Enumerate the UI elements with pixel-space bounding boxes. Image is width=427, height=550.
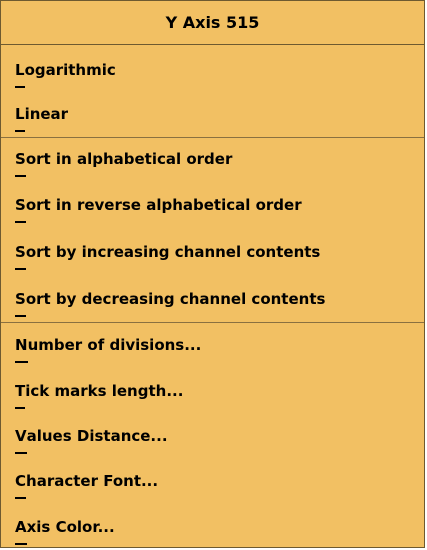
menu-item-sort-alphabetical[interactable]: Sort in alphabetical order <box>1 142 424 177</box>
mnemonic-s: S <box>15 192 26 226</box>
menu-item-number-of-divisions[interactable]: Number of divisions... <box>1 328 424 363</box>
menu-item-values-distance[interactable]: Values Distance... <box>1 419 424 454</box>
menu-item-logarithmic[interactable]: Logarithmic <box>1 53 424 88</box>
menu-separator <box>1 322 424 323</box>
menu-item-label-rest: umber of divisions... <box>27 336 202 354</box>
menu-title: Y Axis 515 <box>1 1 424 45</box>
mnemonic-l: L <box>15 57 25 91</box>
mnemonic-n: N <box>15 332 28 366</box>
menu-item-linear[interactable]: Linear <box>1 97 424 132</box>
menu-separator <box>1 137 424 138</box>
menu-item-axis-color[interactable]: Axis Color... <box>1 510 424 545</box>
menu-item-label-rest: ick marks length... <box>25 382 184 400</box>
mnemonic-a: A <box>15 514 27 548</box>
menu-item-tick-marks-length[interactable]: Tick marks length... <box>1 374 424 409</box>
menu-item-label-rest: inear <box>24 105 69 123</box>
mnemonic-s: S <box>15 146 26 180</box>
menu-item-sort-decreasing-contents[interactable]: Sort by decreasing channel contents <box>1 282 424 317</box>
menu-item-sort-reverse-alphabetical[interactable]: Sort in reverse alphabetical order <box>1 188 424 223</box>
menu-item-label-rest: ort in reverse alphabetical order <box>25 196 302 214</box>
menu-item-label-rest: ort by decreasing channel contents <box>25 290 326 308</box>
mnemonic-v: V <box>15 423 27 457</box>
mnemonic-c: C <box>15 468 27 502</box>
mnemonic-l: L <box>15 101 25 135</box>
menu-item-label-rest: haracter Font... <box>26 472 159 490</box>
menu-item-label-rest: alues Distance... <box>26 427 168 445</box>
menu-item-label-rest: xis Color... <box>26 518 115 536</box>
menu-item-sort-increasing-contents[interactable]: Sort by increasing channel contents <box>1 235 424 270</box>
mnemonic-t: T <box>15 378 26 412</box>
menu-item-label-rest: ort in alphabetical order <box>25 150 233 168</box>
menu-item-label-rest: ort by increasing channel contents <box>25 243 321 261</box>
menu-item-label-rest: ogarithmic <box>24 61 116 79</box>
mnemonic-s: S <box>15 286 26 320</box>
menu-item-character-font[interactable]: Character Font... <box>1 464 424 499</box>
mnemonic-s: S <box>15 239 26 273</box>
y-axis-context-menu: Y Axis 515 Logarithmic Linear Sort in al… <box>0 0 425 548</box>
